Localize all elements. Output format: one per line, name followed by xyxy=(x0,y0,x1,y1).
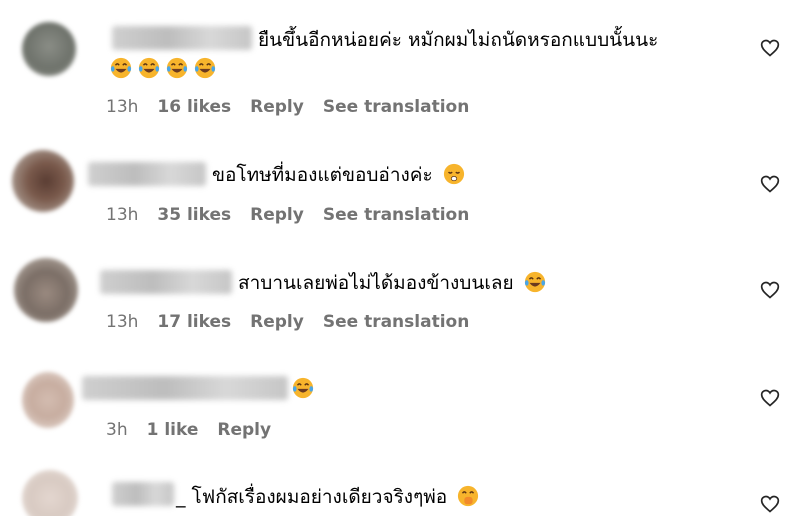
comment-meta: 13h 17 likes Reply See translation xyxy=(106,312,469,332)
likes-count[interactable]: 16 likes xyxy=(157,97,231,117)
username-blurred[interactable] xyxy=(88,162,206,186)
username-blurred[interactable] xyxy=(82,376,288,400)
likes-count[interactable]: 17 likes xyxy=(157,312,231,332)
comment-text: ขอโทษที่มองแต่ขอบอ่างค่ะ xyxy=(212,162,471,188)
laughing-crying-emoji xyxy=(110,57,132,79)
laughing-crying-emoji xyxy=(166,57,188,79)
heart-outline-icon[interactable] xyxy=(760,280,780,300)
avatar[interactable] xyxy=(22,470,78,516)
comment-item: สาบานเลยพ่อไม่ได้มองข้างบนเลย 13h 17 lik… xyxy=(0,250,800,360)
comment-text: _ โฟกัสเรื่องผมอย่างเดียวจริงๆพ่อ xyxy=(176,484,485,510)
heart-outline-icon[interactable] xyxy=(760,388,780,408)
comment-item: 3h 1 like Reply xyxy=(0,360,800,460)
see-translation-button[interactable]: See translation xyxy=(323,97,469,117)
heart-outline-icon[interactable] xyxy=(760,174,780,194)
reply-button[interactable]: Reply xyxy=(250,205,304,225)
timestamp: 13h xyxy=(106,312,139,332)
laughing-crying-emoji xyxy=(524,271,545,293)
comment-item: _ โฟกัสเรื่องผมอย่างเดียวจริงๆพ่อ xyxy=(0,460,800,516)
see-translation-button[interactable]: See translation xyxy=(323,205,469,225)
timestamp: 13h xyxy=(106,205,139,225)
avatar[interactable] xyxy=(22,372,74,428)
heart-outline-icon[interactable] xyxy=(760,494,780,514)
username-blurred[interactable] xyxy=(112,26,252,50)
avatar[interactable] xyxy=(22,22,76,76)
comment-emojis xyxy=(110,56,222,82)
reply-button[interactable]: Reply xyxy=(250,312,304,332)
laughing-crying-emoji xyxy=(194,57,216,79)
username-blurred[interactable] xyxy=(112,482,174,506)
username-blurred[interactable] xyxy=(100,270,232,294)
comment-item: ขอโทษที่มองแต่ขอบอ่างค่ะ 13h 35 likes Re… xyxy=(0,140,800,250)
likes-count[interactable]: 35 likes xyxy=(157,205,231,225)
comment-meta: 3h 1 like Reply xyxy=(106,420,271,440)
heart-outline-icon[interactable] xyxy=(760,38,780,58)
comment-item: ยืนขึ้นอีกหน่อยค่ะ หมักผมไม่ถนัดหรอกแบบน… xyxy=(0,0,800,140)
see-translation-button[interactable]: See translation xyxy=(323,312,469,332)
reply-button[interactable]: Reply xyxy=(217,420,271,440)
likes-count[interactable]: 1 like xyxy=(147,420,199,440)
timestamp: 3h xyxy=(106,420,128,440)
reply-button[interactable]: Reply xyxy=(250,97,304,117)
laughing-crying-emoji xyxy=(138,57,160,79)
laughing-crying-emoji xyxy=(292,377,314,399)
hand-over-mouth-emoji xyxy=(458,485,479,507)
avatar[interactable] xyxy=(12,150,74,212)
comment-text: สาบานเลยพ่อไม่ได้มองข้างบนเลย xyxy=(238,270,552,296)
relieved-face-emoji xyxy=(443,163,464,185)
comment-text: ยืนขึ้นอีกหน่อยค่ะ หมักผมไม่ถนัดหรอกแบบน… xyxy=(258,29,659,51)
comment-meta: 13h 35 likes Reply See translation xyxy=(106,205,469,225)
comment-meta: 13h 16 likes Reply See translation xyxy=(106,97,469,117)
timestamp: 13h xyxy=(106,97,139,117)
avatar[interactable] xyxy=(14,258,78,322)
comment-text xyxy=(292,376,320,402)
